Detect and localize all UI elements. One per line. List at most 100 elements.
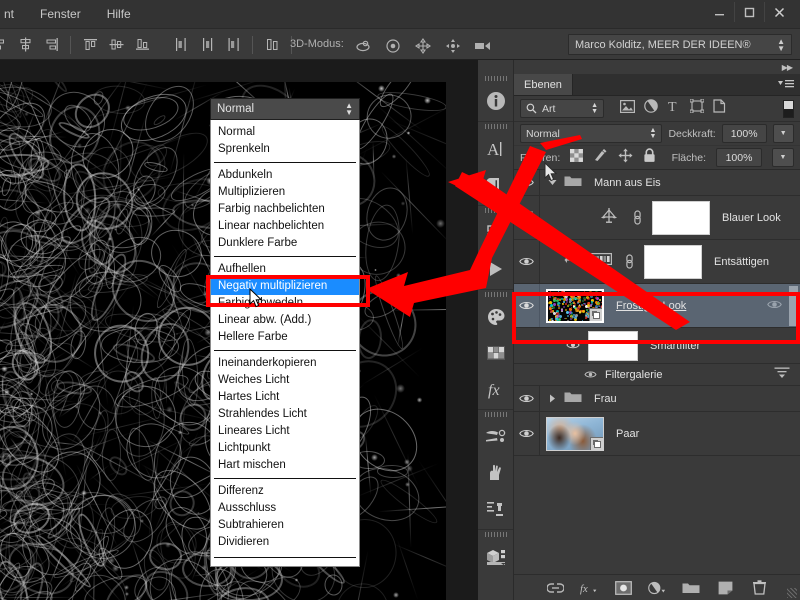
blend-mode-current-value[interactable]: Normal ▲ ▼ <box>210 98 360 120</box>
rail-grip[interactable] <box>478 410 513 419</box>
layer-row-group-frau[interactable]: Frau <box>514 386 800 412</box>
smart-filter-visibility-icon[interactable] <box>767 297 782 315</box>
layer-row-filtergalerie[interactable]: Filtergalerie <box>514 364 800 386</box>
new-layer-icon[interactable] <box>716 579 734 597</box>
blend-option-multiplizieren[interactable]: Multiplizieren <box>211 184 359 201</box>
layer-name[interactable]: Smartfilter <box>650 340 700 352</box>
blend-option-farbig-nachbelichten[interactable]: Farbig nachbelichten <box>211 201 359 218</box>
blend-option-normal[interactable]: Normal <box>211 124 359 141</box>
filter-shape-icon[interactable] <box>689 98 705 118</box>
close-button[interactable] <box>764 2 794 22</box>
slide-3d-icon[interactable] <box>440 33 466 58</box>
layer-name[interactable]: Frau <box>594 393 617 405</box>
blend-option-dividieren[interactable]: Dividieren <box>211 534 359 551</box>
blend-option-lichtpunkt[interactable]: Lichtpunkt <box>211 440 359 457</box>
panel-collapse-button[interactable]: ▶▶ <box>514 60 800 74</box>
distribute-left-icon[interactable] <box>168 32 194 57</box>
menu-item-fenster[interactable]: Fenster <box>36 4 85 24</box>
blend-option-hart-mischen[interactable]: Hart mischen <box>211 457 359 474</box>
filter-kind-select[interactable]: Art ▲ ▼ <box>520 99 604 118</box>
blend-option-ineinanderkopieren[interactable]: Ineinanderkopieren <box>211 355 359 372</box>
history-icon[interactable] <box>478 215 514 251</box>
distribute-spacing-icon[interactable] <box>259 32 285 57</box>
visibility-toggle[interactable] <box>514 412 540 455</box>
panel-menu-icon[interactable] <box>778 79 794 93</box>
visibility-toggle[interactable] <box>566 337 580 355</box>
layer-row-entsaettigen[interactable]: Entsättigen <box>514 240 800 284</box>
layer-name[interactable]: Blauer Look <box>722 212 781 224</box>
lock-transparent-pixels-icon[interactable] <box>570 148 584 167</box>
visibility-toggle[interactable] <box>584 366 597 384</box>
rotate-3d-icon[interactable] <box>350 33 376 58</box>
new-group-icon[interactable] <box>682 579 700 597</box>
blend-option-linear-abw-add[interactable]: Linear abw. (Add.) <box>211 312 359 329</box>
layer-row-frostiger-look[interactable]: Frostiger Look <box>514 284 800 328</box>
filter-adjustment-icon[interactable] <box>644 99 658 118</box>
blend-option-subtrahieren[interactable]: Subtrahieren <box>211 517 359 534</box>
blend-option-negativ-multiplizieren[interactable]: Negativ multiplizieren <box>211 278 359 295</box>
blend-option-hellere-farbe[interactable]: Hellere Farbe <box>211 329 359 346</box>
rail-grip[interactable] <box>478 290 513 299</box>
brush-icon[interactable] <box>478 455 514 491</box>
link-layers-icon[interactable] <box>546 579 564 597</box>
rail-grip[interactable] <box>478 206 513 215</box>
layer-name[interactable]: Frostiger Look <box>616 300 686 312</box>
filter-blend-options-icon[interactable] <box>774 366 790 384</box>
blend-option-sprenkeln[interactable]: Sprenkeln <box>211 141 359 158</box>
layer-mask-thumbnail[interactable] <box>644 244 702 279</box>
new-adjustment-icon[interactable] <box>648 579 666 597</box>
layer-link-icon[interactable] <box>630 210 644 225</box>
scale-3d-icon[interactable] <box>470 33 496 58</box>
blend-option-farbig-abwedeln[interactable]: Farbig abwedeln <box>211 295 359 312</box>
filter-smartobject-icon[interactable] <box>713 99 726 118</box>
character-icon[interactable]: A <box>478 131 514 167</box>
layer-link-icon[interactable] <box>622 254 636 269</box>
opacity-value[interactable]: 100% <box>721 124 767 143</box>
blend-option-lineares-licht[interactable]: Lineares Licht <box>211 423 359 440</box>
lock-image-pixels-icon[interactable] <box>593 148 608 167</box>
layer-row-smartfilter[interactable]: Smartfilter <box>514 328 800 364</box>
filter-type-icon[interactable]: T <box>667 99 681 118</box>
blend-option-ausschluss[interactable]: Ausschluss <box>211 500 359 517</box>
blend-option-dunklere-farbe[interactable]: Dunklere Farbe <box>211 235 359 252</box>
color-swatches-icon[interactable] <box>478 299 514 335</box>
distribute-right-icon[interactable] <box>220 32 246 57</box>
rail-grip[interactable] <box>478 122 513 131</box>
blend-option-strahlendes-licht[interactable]: Strahlendes Licht <box>211 406 359 423</box>
filter-pixel-icon[interactable] <box>620 99 636 118</box>
group-disclosure-icon[interactable] <box>548 390 557 408</box>
fill-stepper[interactable]: ▼ <box>772 148 794 167</box>
paragraph-icon[interactable] <box>478 167 514 203</box>
layer-name[interactable]: Entsättigen <box>714 256 769 268</box>
layer-thumbnail[interactable] <box>546 288 604 323</box>
menu-item-0[interactable]: nt <box>0 4 18 24</box>
blend-option-linear-nachbelichten[interactable]: Linear nachbelichten <box>211 218 359 235</box>
align-top-edges-icon[interactable] <box>77 32 103 57</box>
roll-3d-icon[interactable] <box>380 33 406 58</box>
layer-list[interactable]: Mann aus Eis Blauer Look Entsättigen Fro… <box>514 170 800 456</box>
filter-toggle-switch[interactable] <box>783 99 794 118</box>
visibility-toggle[interactable] <box>514 386 540 411</box>
align-vertical-centers-icon[interactable] <box>103 32 129 57</box>
align-bottom-edges-icon[interactable] <box>129 32 155 57</box>
delete-layer-icon[interactable] <box>750 579 768 597</box>
add-fx-icon[interactable]: fx <box>580 579 598 597</box>
menu-item-hilfe[interactable]: Hilfe <box>103 4 135 24</box>
minimize-button[interactable] <box>704 2 734 22</box>
maximize-button[interactable] <box>734 2 764 22</box>
3d-panel-icon[interactable] <box>478 539 514 575</box>
layer-name[interactable]: Filtergalerie <box>605 369 662 381</box>
layer-thumbnail[interactable] <box>546 416 604 451</box>
layer-mask-thumbnail[interactable] <box>652 200 710 235</box>
align-right-edges-icon[interactable] <box>38 32 64 57</box>
swatches-grid-icon[interactable] <box>478 335 514 371</box>
layer-name[interactable]: Mann aus Eis <box>594 177 661 189</box>
layer-name[interactable]: Paar <box>616 428 639 440</box>
brush-presets-icon[interactable] <box>478 419 514 455</box>
rail-grip[interactable] <box>478 74 513 83</box>
blend-option-weiches-licht[interactable]: Weiches Licht <box>211 372 359 389</box>
layer-row-blauer-look[interactable]: Blauer Look <box>514 196 800 240</box>
blend-option-aufhellen[interactable]: Aufhellen <box>211 261 359 278</box>
layer-list-scrollbar[interactable] <box>789 286 798 326</box>
align-left-edges-icon[interactable] <box>0 32 12 57</box>
